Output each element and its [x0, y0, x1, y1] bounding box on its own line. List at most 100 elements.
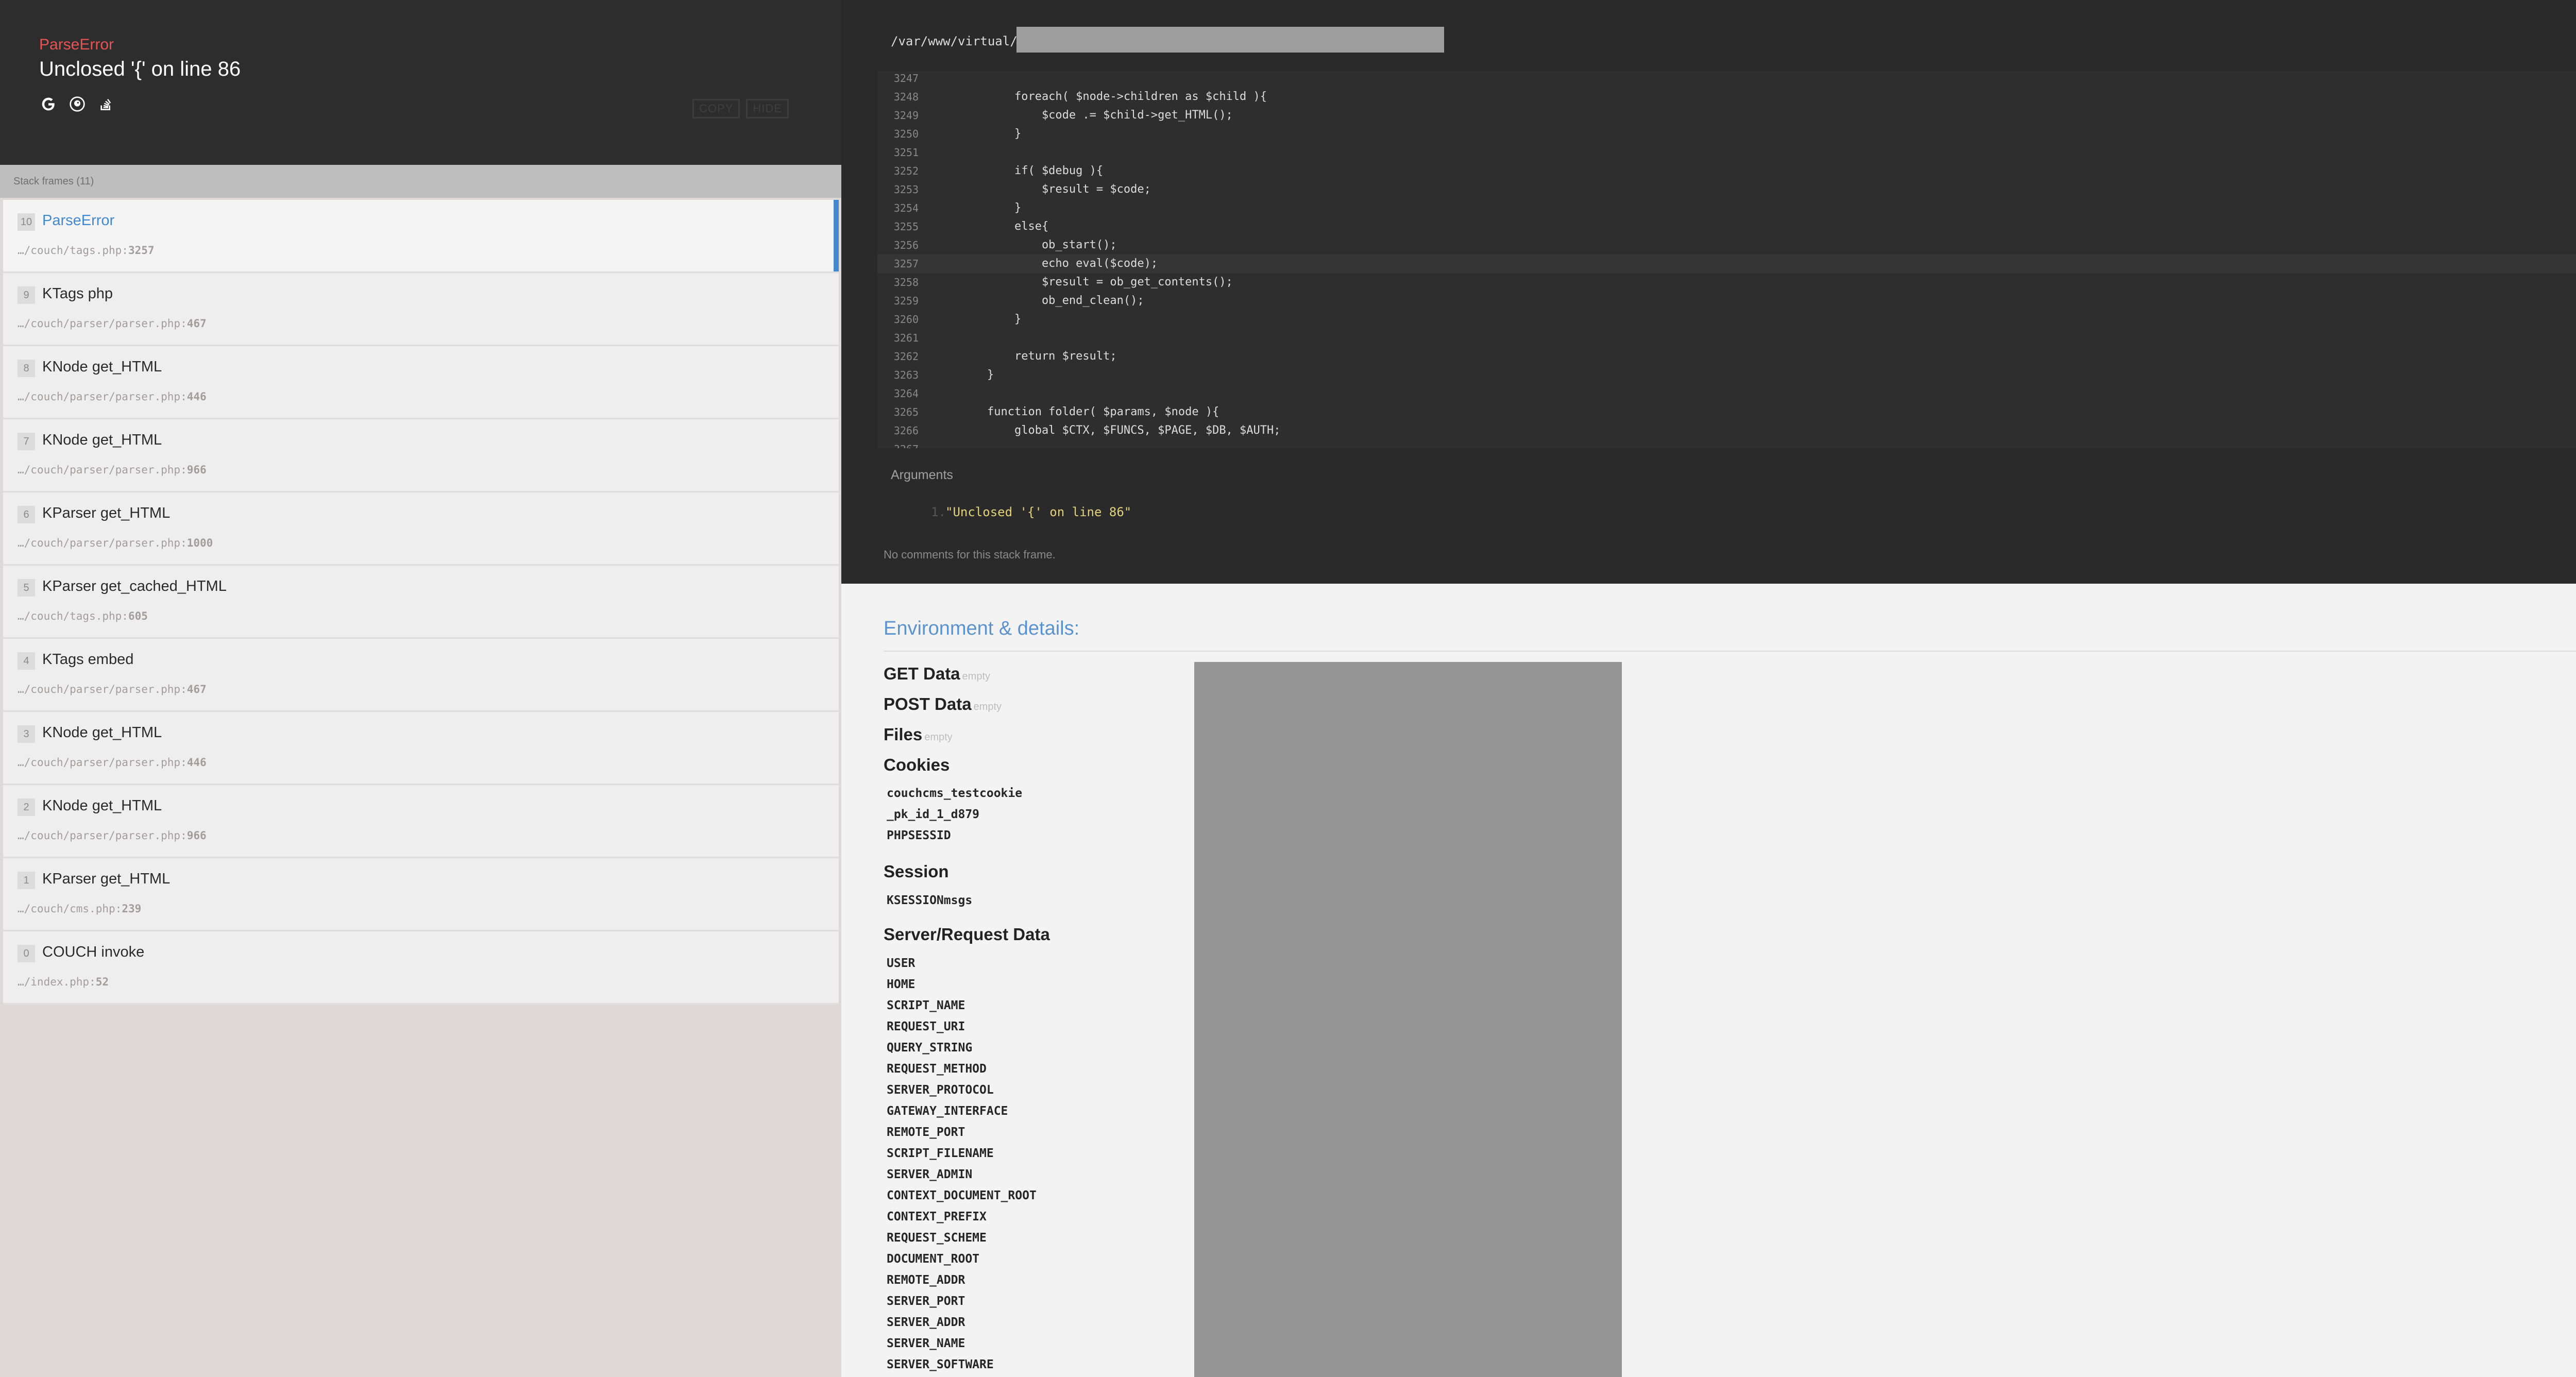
detail-key: PHPSESSID: [887, 829, 951, 842]
line-number: 3252: [893, 165, 919, 177]
line-number: 3261: [893, 332, 919, 344]
frame-class: KNode get_HTML: [42, 359, 162, 375]
detail-key: CONTEXT_DOCUMENT_ROOT: [887, 1189, 1037, 1202]
line-number: 3263: [893, 369, 919, 381]
code-line: 3262 return $result;: [877, 347, 2576, 366]
frame-index: 5: [18, 579, 35, 597]
stack-frame[interactable]: 2 KNode get_HTML …/couch/parser/parser.php…: [3, 785, 839, 858]
detail-key: REQUEST_SCHEME: [887, 1231, 987, 1245]
detail-key: SERVER_PORT: [887, 1295, 965, 1308]
stack-frame[interactable]: 4 KTags embed …/couch/parser/parser.php:46…: [3, 639, 839, 712]
stack-frame[interactable]: 8 KNode get_HTML …/couch/parser/parser.php…: [3, 346, 839, 419]
code-line: 3255 else{: [877, 217, 2576, 236]
detail-key: _pk_id_1_d879: [887, 808, 980, 821]
frame-index: 3: [18, 725, 35, 743]
detail-key: SCRIPT_FILENAME: [887, 1147, 994, 1160]
frame-line: 239: [122, 903, 142, 915]
detail-key: HOME: [887, 978, 916, 991]
frame-file: …/couch/parser/parser.php:446: [18, 756, 207, 769]
line-number: 3251: [893, 146, 919, 159]
line-number: 3247: [893, 72, 919, 84]
post-data-title: POST Data empty: [884, 694, 1002, 713]
frame-class: KTags embed: [42, 651, 134, 668]
code-line: 3260 }: [877, 310, 2576, 329]
code-line: 3253 $result = $code;: [877, 180, 2576, 199]
frame-index: 2: [18, 798, 35, 816]
line-number: 3254: [893, 202, 919, 214]
code-text: echo eval($code);: [960, 257, 1158, 270]
frame-line: 467: [187, 317, 207, 330]
detail-key: DOCUMENT_ROOT: [887, 1252, 980, 1266]
line-number: 3262: [893, 350, 919, 363]
stack-frame[interactable]: 3 KNode get_HTML …/couch/parser/parser.php…: [3, 712, 839, 785]
details-panel: Environment & details: GET Data empty POS…: [841, 584, 2576, 1377]
frame-file: …/couch/tags.php:3257: [18, 244, 155, 257]
detail-key: QUERY_STRING: [887, 1041, 973, 1055]
frame-class: KParser get_HTML: [42, 871, 171, 887]
frame-class: KParser get_HTML: [42, 505, 171, 521]
detail-key: couchcms_testcookie: [887, 787, 1023, 800]
line-number: 3257: [893, 258, 919, 270]
stack-frame[interactable]: 1 KParser get_HTML …/couch/cms.php:239: [3, 858, 839, 931]
code-line: 3263 }: [877, 366, 2576, 384]
session-title: Session: [884, 862, 949, 881]
line-number: 3260: [893, 313, 919, 326]
frame-index: 10: [18, 213, 35, 231]
stack-frame[interactable]: 6 KParser get_HTML …/couch/parser/parser.p…: [3, 492, 839, 566]
frame-line: 966: [187, 829, 207, 842]
line-number: 3258: [893, 276, 919, 288]
stack-frame[interactable]: 10 ParseError …/couch/tags.php:3257: [3, 200, 839, 273]
redacted-values: [1194, 662, 1622, 1377]
empty-label: empty: [973, 701, 1002, 712]
get-data-title: GET Data empty: [884, 664, 991, 683]
hide-button[interactable]: HIDE: [746, 99, 789, 118]
frame-index: 9: [18, 286, 35, 304]
detail-key: SCRIPT_NAME: [887, 999, 965, 1012]
frame-line: 446: [187, 390, 207, 403]
frame-file: …/index.php:52: [18, 976, 109, 988]
code-line: 3256 ob_start();: [877, 236, 2576, 254]
frame-line: 1000: [187, 537, 213, 549]
code-text: }: [960, 201, 1022, 214]
frame-file: …/couch/parser/parser.php:467: [18, 683, 207, 695]
code-line: 3264: [877, 384, 2576, 403]
code-text: }: [960, 313, 1022, 326]
frame-line: 446: [187, 756, 207, 769]
frame-file: …/couch/cms.php:239: [18, 903, 142, 915]
line-number: 3248: [893, 91, 919, 103]
stack-frame[interactable]: 7 KNode get_HTML …/couch/parser/parser.php…: [3, 419, 839, 492]
argument-index: 1.: [931, 505, 946, 519]
line-number: 3249: [893, 109, 919, 122]
frame-file: …/couch/tags.php:605: [18, 610, 148, 622]
stack-frame[interactable]: 9 KTags php …/couch/parser/parser.php:467: [3, 273, 839, 346]
line-number: 3265: [893, 406, 919, 418]
code-line: 3267: [877, 440, 2576, 448]
code-text: ob_start();: [960, 239, 1117, 251]
frame-class: COUCH invoke: [42, 944, 145, 960]
code-text: global $CTX, $FUNCS, $PAGE, $DB, $AUTH;: [960, 424, 1281, 437]
code-text: return $result;: [960, 350, 1117, 363]
redacted-path: [1016, 27, 1444, 53]
code-line: 3266 global $CTX, $FUNCS, $PAGE, $DB, $A…: [877, 421, 2576, 440]
code-text: $result = ob_get_contents();: [960, 276, 1233, 288]
exception-class: ParseError: [39, 36, 114, 53]
detail-key: GATEWAY_INTERFACE: [887, 1104, 1008, 1118]
code-line: 3258 $result = ob_get_contents();: [877, 273, 2576, 292]
frame-class: KNode get_HTML: [42, 432, 162, 448]
detail-key: REMOTE_PORT: [887, 1126, 965, 1139]
empty-label: empty: [924, 732, 953, 743]
code-line: 3250 }: [877, 125, 2576, 143]
stack-frame[interactable]: 5 KParser get_cached_HTML …/couch/tags.php…: [3, 566, 839, 639]
copy-button[interactable]: COPY: [692, 99, 740, 118]
frame-class: KNode get_HTML: [42, 724, 162, 741]
frame-index: 7: [18, 433, 35, 450]
frame-comments: No comments for this stack frame.: [884, 548, 1056, 561]
duckduckgo-icon[interactable]: [68, 95, 87, 113]
search-links: [39, 95, 115, 113]
whoops-error-page: ParseError Unclosed '{' on line 86 COPY …: [0, 0, 2576, 1377]
stack-frame[interactable]: 0 COUCH invoke …/index.php:52: [3, 931, 839, 1005]
google-icon[interactable]: [39, 95, 58, 113]
file-path[interactable]: /var/www/virtual/: [891, 34, 1018, 48]
exception-message[interactable]: Unclosed '{' on line 86: [39, 58, 241, 81]
stackoverflow-icon[interactable]: [97, 95, 115, 113]
